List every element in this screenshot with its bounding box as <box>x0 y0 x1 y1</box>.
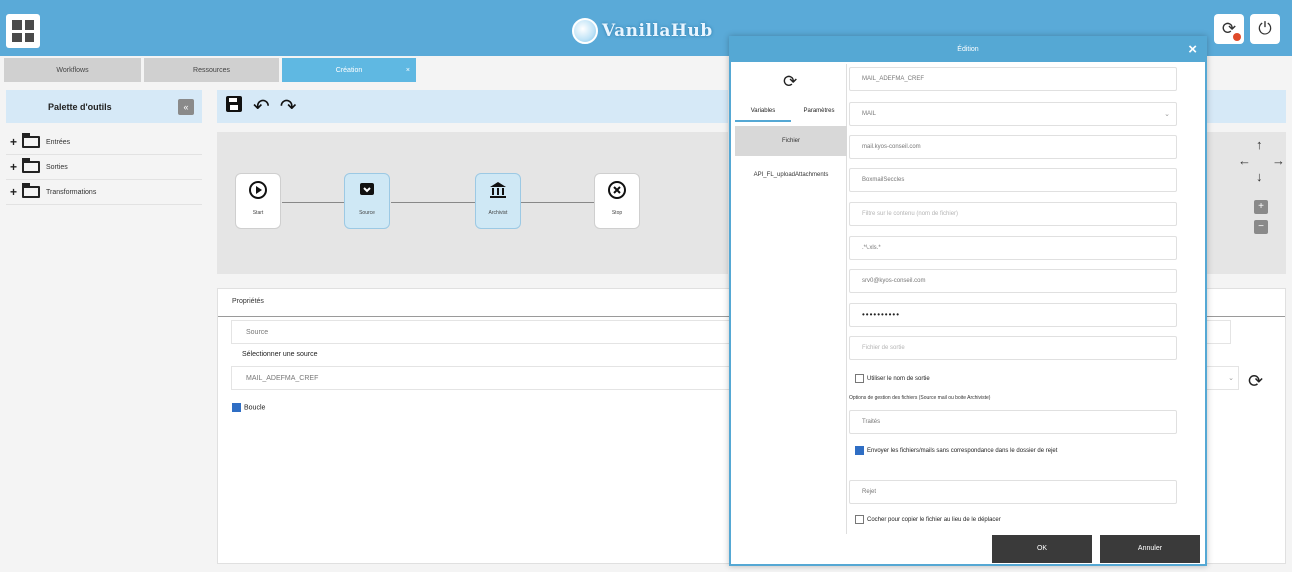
redo-icon[interactable]: ↷ <box>280 94 297 119</box>
mailbox-field[interactable]: BoxmailSeccles <box>849 168 1177 192</box>
editor-toolbar-right <box>1206 90 1286 123</box>
app-logo: VanillaHub <box>572 17 713 45</box>
expand-icon[interactable]: + <box>6 135 20 149</box>
bank-icon <box>488 180 508 204</box>
arrow-left-icon[interactable]: ← <box>1238 153 1251 168</box>
file-options-note: Options de gestion des fichiers (Source … <box>849 395 991 401</box>
use-output-name-label: Utiliser le nom de sortie <box>867 376 930 383</box>
loop-checkbox[interactable] <box>232 403 241 412</box>
move-unmatched-row[interactable]: Envoyer les fichiers/mails sans correspo… <box>855 446 1135 456</box>
edit-dialog: Édition × ⟳ Variables Paramètres Fichier… <box>729 36 1207 566</box>
stop-icon <box>607 180 627 204</box>
reject-folder-field[interactable]: Rejet <box>849 480 1177 504</box>
palette-header: Palette d'outils « <box>6 90 202 123</box>
copy-instead-label: Cocher pour copier le fichier au lieu de… <box>867 517 1001 524</box>
loop-checkbox-row[interactable]: Boucle <box>232 403 265 412</box>
dialog-title: Édition <box>957 46 979 53</box>
tab-ressources[interactable]: Ressources <box>144 58 279 82</box>
folder-icon <box>22 183 40 198</box>
palette-title: Palette d'outils <box>48 101 112 112</box>
save-icon[interactable] <box>225 95 243 119</box>
use-output-name-checkbox[interactable] <box>855 374 864 383</box>
node-start[interactable]: Start <box>235 173 281 229</box>
select-source-label: Sélectionner une source <box>242 351 318 358</box>
main-tabs: Workflows Ressources Création × <box>4 58 416 82</box>
refresh-alert-icon[interactable]: ⟳ <box>1214 14 1244 44</box>
copy-instead-row[interactable]: Cocher pour copier le fichier au lieu de… <box>855 515 1001 524</box>
tab-variables[interactable]: Variables <box>735 100 791 122</box>
close-tab-icon[interactable]: × <box>406 67 410 74</box>
variable-item-fichier[interactable]: Fichier <box>735 126 847 156</box>
copy-instead-checkbox[interactable] <box>855 515 864 524</box>
workflow-edge <box>391 202 475 203</box>
workflow-edge <box>282 202 344 203</box>
undo-icon[interactable]: ↶ <box>253 94 270 119</box>
source-select-value: MAIL_ADEFMA_CREF <box>246 375 319 382</box>
dialog-title-bar: Édition × <box>731 38 1205 62</box>
chevron-down-icon: ⌄ <box>1228 375 1234 382</box>
close-icon[interactable]: × <box>1188 38 1197 62</box>
palette-tree: + Entrées + Sorties + Transformations <box>6 130 202 205</box>
password-field[interactable]: •••••••••• <box>849 303 1177 327</box>
use-output-name-row[interactable]: Utiliser le nom de sortie <box>855 374 930 383</box>
source-type-value: MAIL <box>862 111 877 117</box>
content-filter-field[interactable]: Filtre sur le contenu (nom de fichier) <box>849 202 1177 226</box>
tab-creation[interactable]: Création × <box>282 58 416 82</box>
dialog-left-panel: ⟳ Variables Paramètres Fichier API_FL_up… <box>735 64 847 534</box>
node-label: Archivist <box>488 210 508 216</box>
move-unmatched-label: Envoyer les fichiers/mails sans correspo… <box>867 448 1058 455</box>
arrow-up-icon[interactable]: ↑ <box>1256 137 1263 152</box>
tab-workflows[interactable]: Workflows <box>4 58 141 82</box>
arrow-down-icon[interactable]: ↓ <box>1256 169 1263 184</box>
output-file-field[interactable]: Fichier de sortie <box>849 336 1177 360</box>
refresh-icon[interactable]: ⟳ <box>783 72 797 92</box>
zoom-out-icon[interactable]: − <box>1254 220 1268 234</box>
expand-icon[interactable]: + <box>6 160 20 174</box>
chevron-down-icon: ⌄ <box>1164 111 1170 118</box>
folder-icon <box>22 158 40 173</box>
grid-menu-icon[interactable] <box>6 14 40 48</box>
tab-creation-label: Création <box>335 66 363 74</box>
inbox-icon <box>358 180 376 204</box>
mail-server-field[interactable]: mail.kyos-conseil.com <box>849 135 1177 159</box>
file-pattern-field[interactable]: .*\.xls.* <box>849 236 1177 260</box>
node-source[interactable]: Source <box>344 173 390 229</box>
play-icon <box>248 180 268 204</box>
globe-icon <box>572 18 598 44</box>
ok-button[interactable]: OK <box>992 535 1092 563</box>
refresh-sources-icon[interactable]: ⟳ <box>1248 371 1263 392</box>
power-icon[interactable]: ⏻ <box>1250 14 1280 44</box>
node-stop[interactable]: Stop <box>594 173 640 229</box>
editor-toolbar: ↶ ↷ <box>217 90 728 123</box>
source-name-field[interactable]: MAIL_ADEFMA_CREF <box>849 67 1177 91</box>
loop-label: Boucle <box>244 404 266 412</box>
move-unmatched-checkbox[interactable] <box>855 446 864 455</box>
zoom-in-icon[interactable]: + <box>1254 200 1268 214</box>
cancel-button[interactable]: Annuler <box>1100 535 1200 563</box>
tree-item-label: Entrées <box>46 138 71 146</box>
user-email-field[interactable]: srv0@kyos-conseil.com <box>849 269 1177 293</box>
workflow-edge <box>521 202 594 203</box>
variable-item-api[interactable]: API_FL_uploadAttachments <box>735 160 847 190</box>
brand-name: VanillaHub <box>602 21 713 41</box>
source-type-select[interactable]: MAIL ⌄ <box>849 102 1177 126</box>
expand-icon[interactable]: + <box>6 185 20 199</box>
node-label: Stop <box>611 210 623 216</box>
tab-parametres[interactable]: Paramètres <box>791 100 847 122</box>
node-label: Source <box>359 210 375 216</box>
collapse-icon[interactable]: « <box>178 99 194 115</box>
tree-item-entrees[interactable]: + Entrées <box>6 130 202 155</box>
tree-item-sorties[interactable]: + Sorties <box>6 155 202 180</box>
node-label: Start <box>252 210 264 216</box>
node-archivist[interactable]: Archivist <box>475 173 521 229</box>
tree-item-label: Sorties <box>46 163 68 171</box>
tree-item-label: Transformations <box>46 188 97 196</box>
folder-icon <box>22 133 40 148</box>
tree-item-transformations[interactable]: + Transformations <box>6 180 202 205</box>
arrow-right-icon[interactable]: → <box>1272 153 1285 168</box>
treated-folder-field[interactable]: Traités <box>849 410 1177 434</box>
workflow-canvas[interactable] <box>217 132 728 274</box>
